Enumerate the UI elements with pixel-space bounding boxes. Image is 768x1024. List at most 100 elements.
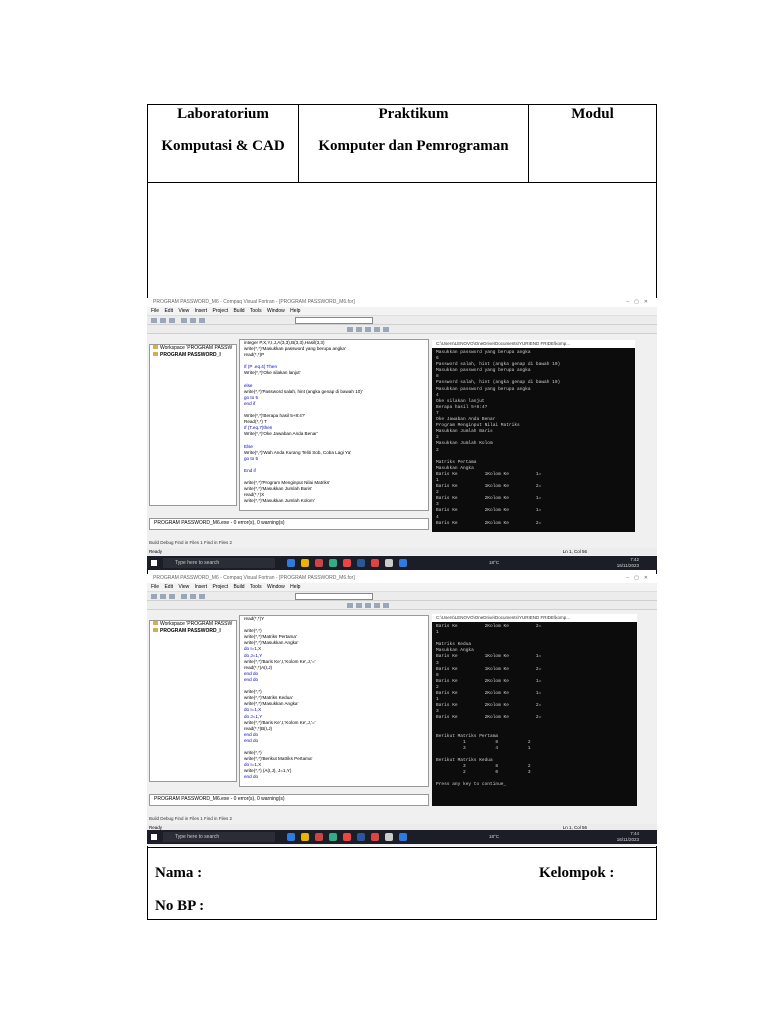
compile-icon[interactable] (347, 327, 353, 332)
output-tabs[interactable]: Build Debug Find in Files 1 Find in File… (149, 815, 232, 822)
windows-start-icon[interactable] (151, 560, 157, 566)
taskbar-search[interactable]: Type here to search (163, 558, 275, 568)
menu-view[interactable]: View (178, 308, 189, 314)
workspace-project-label: PROGRAM PASSWORD_I (160, 628, 221, 634)
workspace-panel: Workspace 'PROGRAM PASSW PROGRAM PASSWOR… (149, 620, 237, 782)
menu-window[interactable]: Window (267, 308, 285, 314)
menu-insert[interactable]: Insert (195, 308, 208, 314)
clock: 7:42 16/11/2023 (617, 557, 639, 569)
stop-icon[interactable] (365, 603, 371, 608)
run-icon[interactable] (374, 327, 380, 332)
paste-icon[interactable] (199, 594, 205, 599)
app-icon[interactable] (385, 833, 393, 841)
chrome-icon[interactable] (343, 833, 351, 841)
menu-help[interactable]: Help (290, 584, 300, 590)
weather-temperature: 18°C (489, 560, 500, 565)
app-icon[interactable] (371, 559, 379, 567)
code-editor[interactable]: read(*,*)Y write(*,*) write(*,*)'Matriks… (239, 615, 429, 787)
save-icon[interactable] (169, 594, 175, 599)
app-icon[interactable] (329, 833, 337, 841)
menu-project[interactable]: Project (213, 308, 229, 314)
menu-tools[interactable]: Tools (250, 308, 262, 314)
window-title-bar: PROGRAM PASSWORD_M6 - Compaq Visual Fort… (147, 298, 657, 307)
folder-icon (153, 628, 158, 632)
console-line: Baris Ke 2Kolom Ke 2= (436, 520, 542, 526)
menu-file[interactable]: File (151, 308, 159, 314)
menu-edit[interactable]: Edit (164, 584, 173, 590)
workspace-panel: Workspace 'PROGRAM PASSW PROGRAM PASSWOR… (149, 344, 237, 506)
workspace-root[interactable]: Workspace 'PROGRAM PASSW (150, 621, 236, 628)
save-icon[interactable] (169, 318, 175, 323)
taskbar: Type here to search 18°C 7:42 16/11/2023 (147, 556, 657, 570)
build-toolbar (147, 601, 657, 610)
debug-icon[interactable] (383, 603, 389, 608)
menu-build[interactable]: Build (233, 308, 244, 314)
explorer-icon[interactable] (301, 559, 309, 567)
word-icon[interactable] (357, 833, 365, 841)
kelompok-label: Kelompok : (539, 865, 615, 881)
menu-view[interactable]: View (178, 584, 189, 590)
app-icon[interactable] (385, 559, 393, 567)
cut-icon[interactable] (181, 594, 187, 599)
nobp-label: No BP : (155, 898, 205, 914)
menu-bar: File Edit View Insert Project Build Tool… (147, 583, 657, 592)
console-window[interactable]: C:\Users\LENOVO\OneDrive\Documents\YURIE… (432, 340, 635, 532)
taskbar-search[interactable]: Type here to search (163, 832, 275, 842)
build-icon[interactable] (356, 603, 362, 608)
code-line: end do (244, 774, 259, 780)
workspace-root-label: Workspace 'PROGRAM PASSW (160, 345, 233, 351)
new-file-icon[interactable] (151, 318, 157, 323)
app-icon[interactable] (371, 833, 379, 841)
window-title-bar: PROGRAM PASSWORD_M6 - Compaq Visual Fort… (147, 574, 657, 583)
windows-start-icon[interactable] (151, 834, 157, 840)
app-icon[interactable] (329, 559, 337, 567)
edge-icon[interactable] (287, 559, 295, 567)
menu-edit[interactable]: Edit (164, 308, 173, 314)
app-icon[interactable] (315, 833, 323, 841)
open-icon[interactable] (160, 594, 166, 599)
find-combo[interactable] (295, 317, 373, 324)
menu-help[interactable]: Help (290, 308, 300, 314)
menu-file[interactable]: File (151, 584, 159, 590)
stop-icon[interactable] (365, 327, 371, 332)
build-output-text: PROGRAM PASSWORD_M6.exe - 0 error(s), 0 … (154, 796, 285, 802)
menu-project[interactable]: Project (213, 584, 229, 590)
explorer-icon[interactable] (301, 833, 309, 841)
workspace-project[interactable]: PROGRAM PASSWORD_I (150, 352, 236, 359)
app-icon[interactable] (399, 559, 407, 567)
menu-tools[interactable]: Tools (250, 584, 262, 590)
menu-insert[interactable]: Insert (195, 584, 208, 590)
word-icon[interactable] (357, 559, 365, 567)
find-combo[interactable] (295, 593, 373, 600)
build-icon[interactable] (356, 327, 362, 332)
workspace-project[interactable]: PROGRAM PASSWORD_I (150, 628, 236, 635)
edge-icon[interactable] (287, 833, 295, 841)
chrome-icon[interactable] (343, 559, 351, 567)
output-tabs[interactable]: Build Debug Find in Files 1 Find in File… (149, 539, 232, 546)
status-text: Ready (149, 549, 163, 554)
praktikum-name: Komputer dan Pemrograman (318, 138, 509, 154)
new-file-icon[interactable] (151, 594, 157, 599)
header-cell-lab: Laboratorium Komputasi & CAD (148, 105, 299, 182)
app-icon[interactable] (399, 833, 407, 841)
copy-icon[interactable] (190, 594, 196, 599)
window-controls: –▢✕ (626, 575, 653, 581)
workspace-root[interactable]: Workspace 'PROGRAM PASSW (150, 345, 236, 352)
run-icon[interactable] (374, 603, 380, 608)
console-window[interactable]: C:\Users\LENOVO\OneDrive\Documents\YURIE… (432, 614, 637, 806)
paste-icon[interactable] (199, 318, 205, 323)
menu-window[interactable]: Window (267, 584, 285, 590)
copy-icon[interactable] (190, 318, 196, 323)
debug-icon[interactable] (383, 327, 389, 332)
build-toolbar (147, 325, 657, 334)
console-title: C:\Users\LENOVO\OneDrive\Documents\YURIE… (432, 340, 635, 348)
modul-label: Modul (571, 106, 614, 122)
console-output: Masukkan password yang berupa angka 6 Pass… (432, 348, 635, 529)
build-output: PROGRAM PASSWORD_M6.exe - 0 error(s), 0 … (149, 794, 429, 806)
code-editor[interactable]: integer P,X,Y,I,J,A(3,3),B(3,3),Hasil(3,… (239, 339, 429, 511)
menu-build[interactable]: Build (233, 584, 244, 590)
open-icon[interactable] (160, 318, 166, 323)
compile-icon[interactable] (347, 603, 353, 608)
app-icon[interactable] (315, 559, 323, 567)
cut-icon[interactable] (181, 318, 187, 323)
